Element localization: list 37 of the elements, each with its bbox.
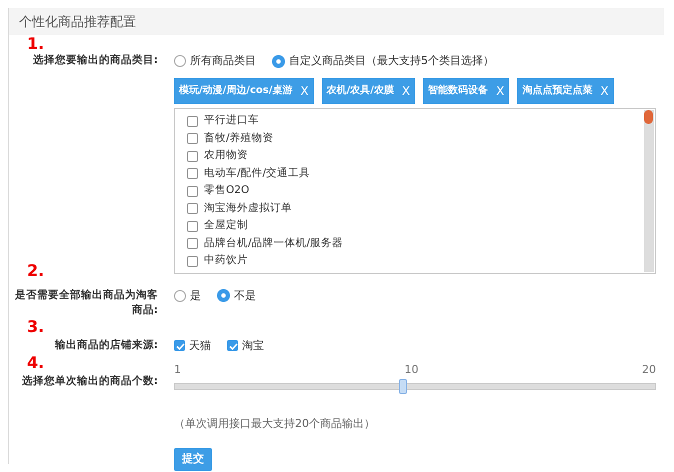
step-number: 3. (26, 318, 46, 336)
category-tag: 智能数码设备 X (423, 78, 510, 104)
checkmark-icon (175, 341, 186, 352)
field-label: 选择您要输出的商品类目: (32, 53, 158, 68)
list-item[interactable]: 平行进口车 (187, 112, 643, 130)
list-item[interactable]: 淘宝海外虚拟订单 (187, 200, 643, 218)
list-item[interactable]: 中药饮片 (187, 252, 643, 270)
list-item[interactable]: 全屋定制 (187, 218, 643, 235)
scroll-thumb[interactable] (644, 110, 653, 124)
field-label: 输出商品的店铺来源: (54, 338, 158, 352)
step-number: 2. (26, 262, 46, 280)
slider-tick-label: 1 (174, 362, 181, 378)
radio-option[interactable]: 自定义商品类目（最大支持5个类目选择） (272, 53, 494, 70)
slider-tick-label: 20 (642, 362, 656, 378)
list-item[interactable]: 零售O2O (187, 182, 643, 200)
list-item[interactable]: 电动车/配件/交通工具 (187, 165, 643, 182)
panel-title: 个性化商品推荐配置 (9, 8, 664, 35)
radio-option[interactable]: 所有商品类目 (174, 53, 256, 70)
list-item[interactable]: 畜牧/养殖物资 (187, 130, 643, 148)
list-item[interactable]: 农用物资 (187, 148, 643, 165)
list-item[interactable]: 品牌台机/品牌一体机/服务器 (187, 235, 643, 252)
radio-option[interactable]: 不是 (217, 288, 256, 304)
slider-thumb[interactable] (398, 378, 407, 394)
scrollbar[interactable] (644, 110, 654, 272)
checkbox-option[interactable]: 淘宝 (227, 338, 264, 354)
field-label: 选择您单次输出的商品个数: (20, 374, 158, 389)
step-number: 4. (26, 354, 46, 372)
category-tag: 农机/农具/农膜 X (322, 78, 416, 104)
note-text: （单次调用接口最大支持20个商品输出） (174, 416, 376, 432)
category-tag: 淘点点预定点菜 X (517, 78, 614, 104)
field-label: 是否需要全部输出商品为淘客商品: (14, 288, 158, 318)
checkbox-option[interactable]: 天猫 (174, 338, 211, 354)
checkmark-icon (228, 341, 239, 352)
radio-option[interactable]: 是 (174, 288, 201, 304)
step-number: 1. (26, 35, 46, 53)
slider-tick-label: 10 (404, 362, 418, 378)
category-tag: 模玩/动漫/周边/cos/桌游 X (174, 78, 314, 104)
